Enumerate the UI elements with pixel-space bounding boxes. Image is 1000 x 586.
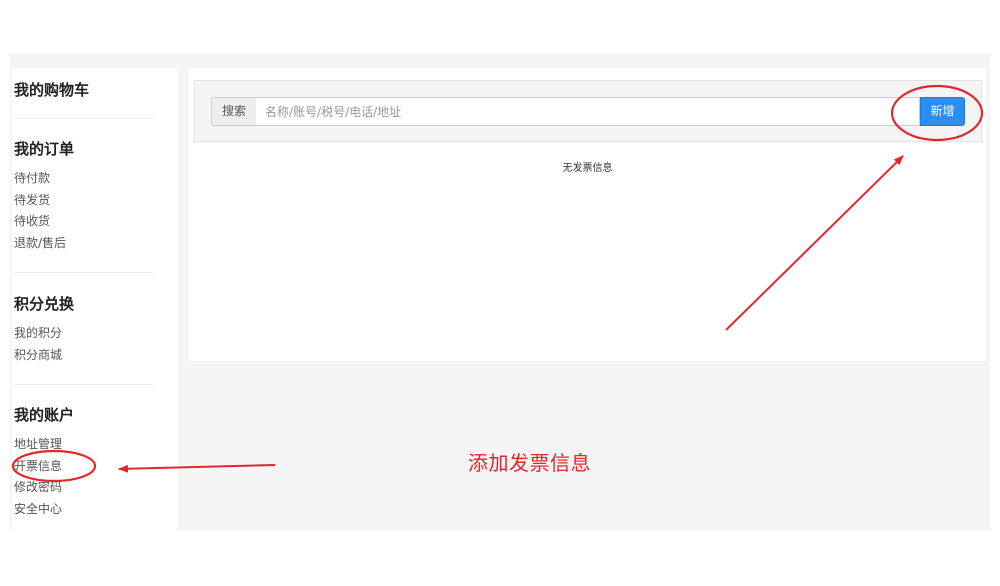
sidebar-divider — [14, 272, 154, 273]
sidebar-group-cart: 我的购物车 — [14, 79, 154, 101]
sidebar-title-orders: 我的订单 — [14, 140, 75, 158]
sidebar-item-pending-shipment[interactable]: 待发货 — [14, 190, 154, 212]
annotation-label: 添加发票信息 — [468, 451, 591, 475]
sidebar-item-security-center[interactable]: 安全中心 — [14, 499, 154, 521]
sidebar-item-change-password[interactable]: 修改密码 — [14, 477, 154, 499]
add-invoice-button[interactable]: 新增 — [920, 97, 965, 126]
sidebar-title-account: 我的账户 — [14, 406, 75, 424]
sidebar-group-account: 我的账户 地址管理 开票信息 修改密码 安全中心 — [14, 404, 154, 520]
sidebar-divider — [14, 118, 154, 119]
search-label: 搜索 — [211, 97, 257, 126]
sidebar-item-refund[interactable]: 退款/售后 — [14, 233, 154, 255]
sidebar-item-my-points[interactable]: 我的积分 — [14, 323, 154, 345]
search-input[interactable] — [256, 97, 920, 126]
sidebar-divider — [14, 384, 154, 385]
sidebar-title-cart[interactable]: 我的购物车 — [14, 79, 154, 101]
sidebar-title-points: 积分兑换 — [14, 295, 75, 313]
sidebar-item-invoice-info[interactable]: 开票信息 — [14, 456, 154, 478]
sidebar-item-pending-receipt[interactable]: 待收货 — [14, 211, 154, 233]
sidebar-item-address[interactable]: 地址管理 — [14, 434, 154, 456]
empty-state-message: 无发票信息 — [562, 163, 613, 174]
sidebar-group-points: 积分兑换 我的积分 积分商城 — [14, 293, 154, 366]
sidebar-group-orders: 我的订单 待付款 待发货 待收货 退款/售后 — [14, 138, 154, 254]
sidebar-item-pending-payment[interactable]: 待付款 — [14, 168, 154, 190]
sidebar-item-points-mall[interactable]: 积分商城 — [14, 345, 154, 367]
